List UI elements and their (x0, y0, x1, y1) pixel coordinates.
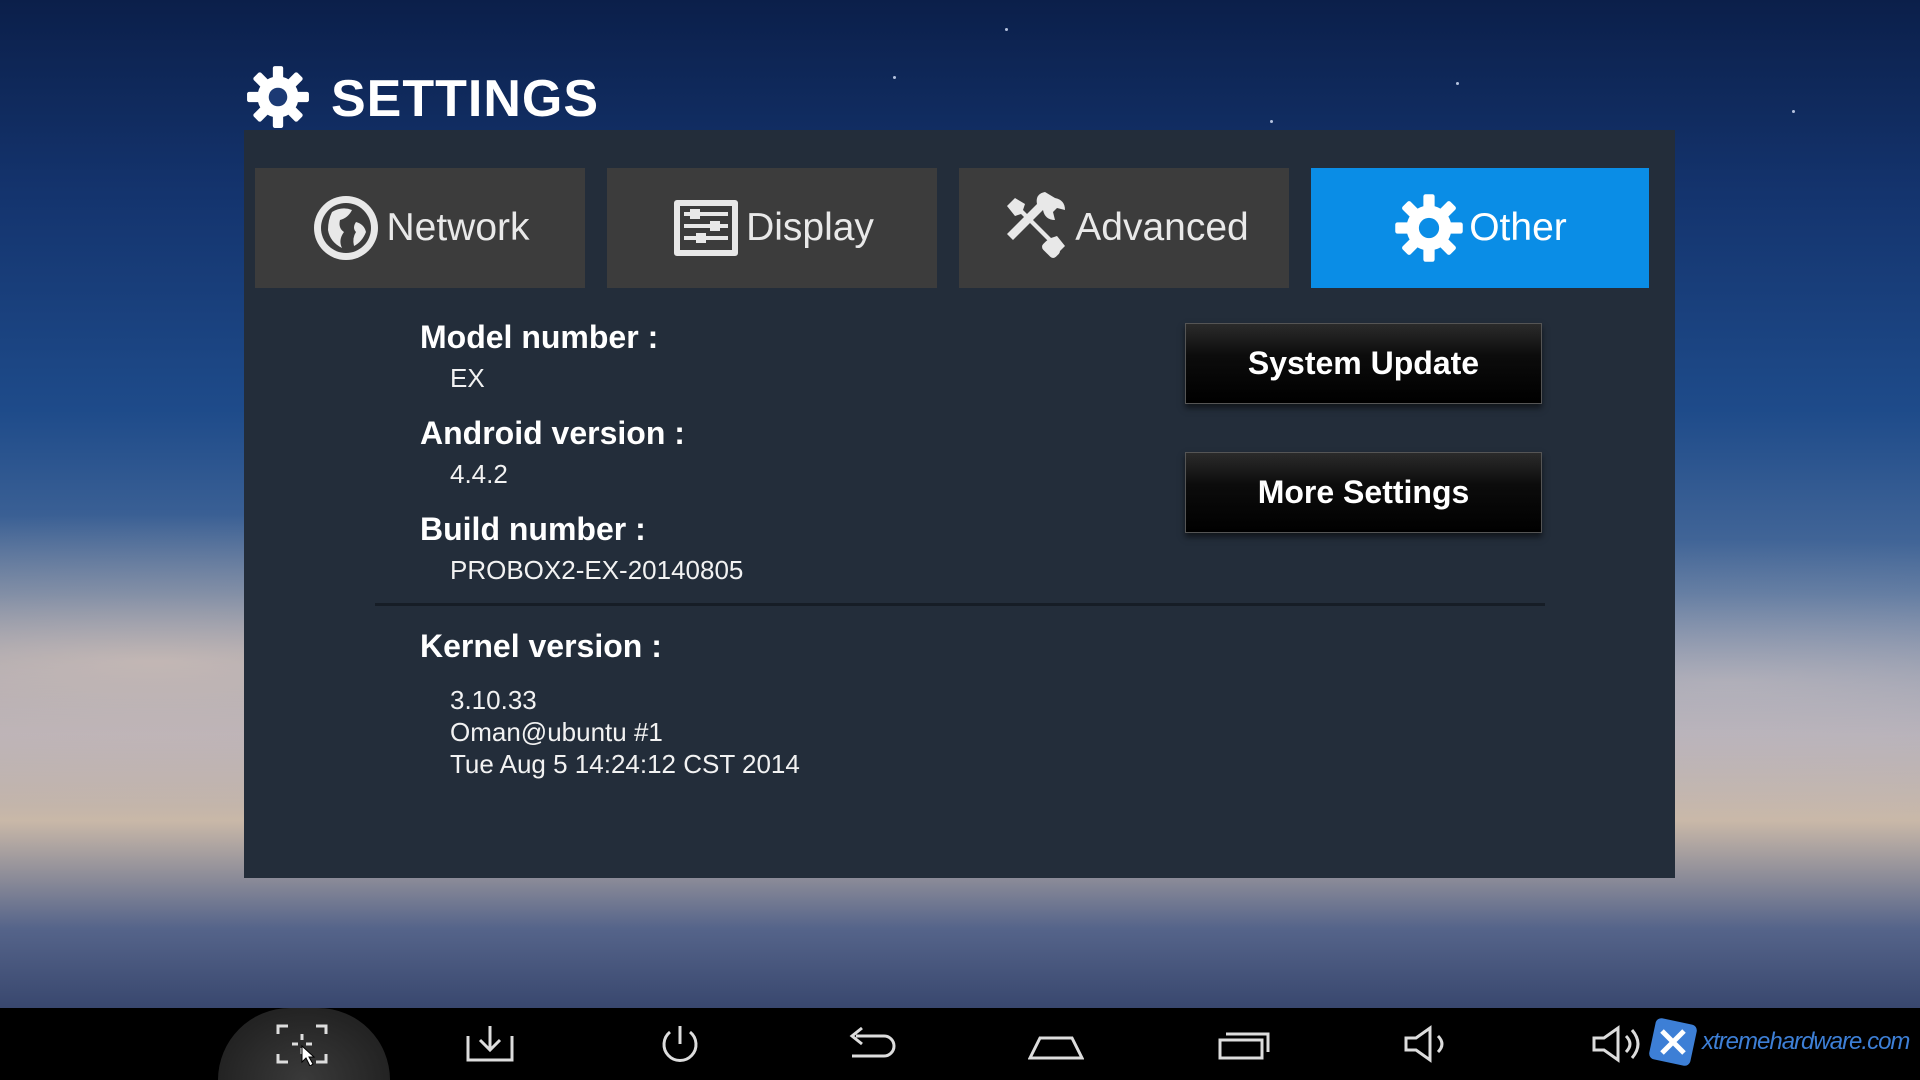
kernel-version-label: Kernel version : (420, 628, 662, 664)
tools-icon (999, 192, 1071, 264)
model-number-label: Model number : (420, 319, 659, 355)
android-version-value: 4.4.2 (450, 459, 508, 489)
gear-icon (245, 64, 311, 135)
download-icon[interactable] (462, 1022, 518, 1066)
watermark: xtremehardware.com (1648, 1012, 1910, 1072)
background-star (1456, 82, 1459, 85)
display-settings-icon (670, 192, 742, 264)
tab-label: Other (1469, 206, 1567, 249)
android-version-label: Android version : (420, 415, 685, 451)
kernel-version-line: Tue Aug 5 14:24:12 CST 2014 (450, 749, 800, 779)
settings-header: SETTINGS (245, 62, 599, 136)
kernel-version-line: 3.10.33 (450, 685, 537, 715)
page-title: SETTINGS (331, 70, 600, 128)
tab-label: Network (386, 206, 530, 249)
power-icon[interactable] (652, 1022, 708, 1066)
back-icon[interactable] (842, 1022, 898, 1066)
tab-advanced[interactable]: Advanced (959, 168, 1289, 288)
build-number-label: Build number : (420, 511, 646, 547)
background-star (893, 76, 896, 79)
system-update-button[interactable]: System Update (1185, 323, 1542, 404)
background-star (1792, 110, 1795, 113)
volume-down-icon[interactable] (1402, 1022, 1458, 1066)
home-icon[interactable] (1028, 1022, 1084, 1066)
tab-label: Advanced (1075, 206, 1249, 249)
volume-up-icon[interactable] (1590, 1022, 1646, 1066)
tab-label: Display (746, 206, 874, 249)
kernel-version-line: Oman@ubuntu #1 (450, 717, 663, 747)
globe-icon (310, 192, 382, 264)
screenshot-icon[interactable] (274, 1022, 330, 1066)
settings-panel: Network Display Advanced Other Model num… (244, 130, 1675, 878)
watermark-logo-icon (1648, 1017, 1698, 1067)
model-number-value: EX (450, 363, 485, 393)
recent-apps-icon[interactable] (1216, 1022, 1272, 1066)
system-navbar (0, 1008, 1920, 1080)
tab-display[interactable]: Display (607, 168, 937, 288)
tab-other[interactable]: Other (1311, 168, 1649, 288)
background-star (1270, 120, 1273, 123)
build-number-value: PROBOX2-EX-20140805 (450, 555, 744, 585)
tab-network[interactable]: Network (255, 168, 585, 288)
watermark-text: xtremehardware.com (1702, 1028, 1910, 1055)
section-divider (375, 603, 1545, 606)
background-star (1005, 28, 1008, 31)
gear-icon (1393, 192, 1465, 264)
more-settings-button[interactable]: More Settings (1185, 452, 1542, 533)
